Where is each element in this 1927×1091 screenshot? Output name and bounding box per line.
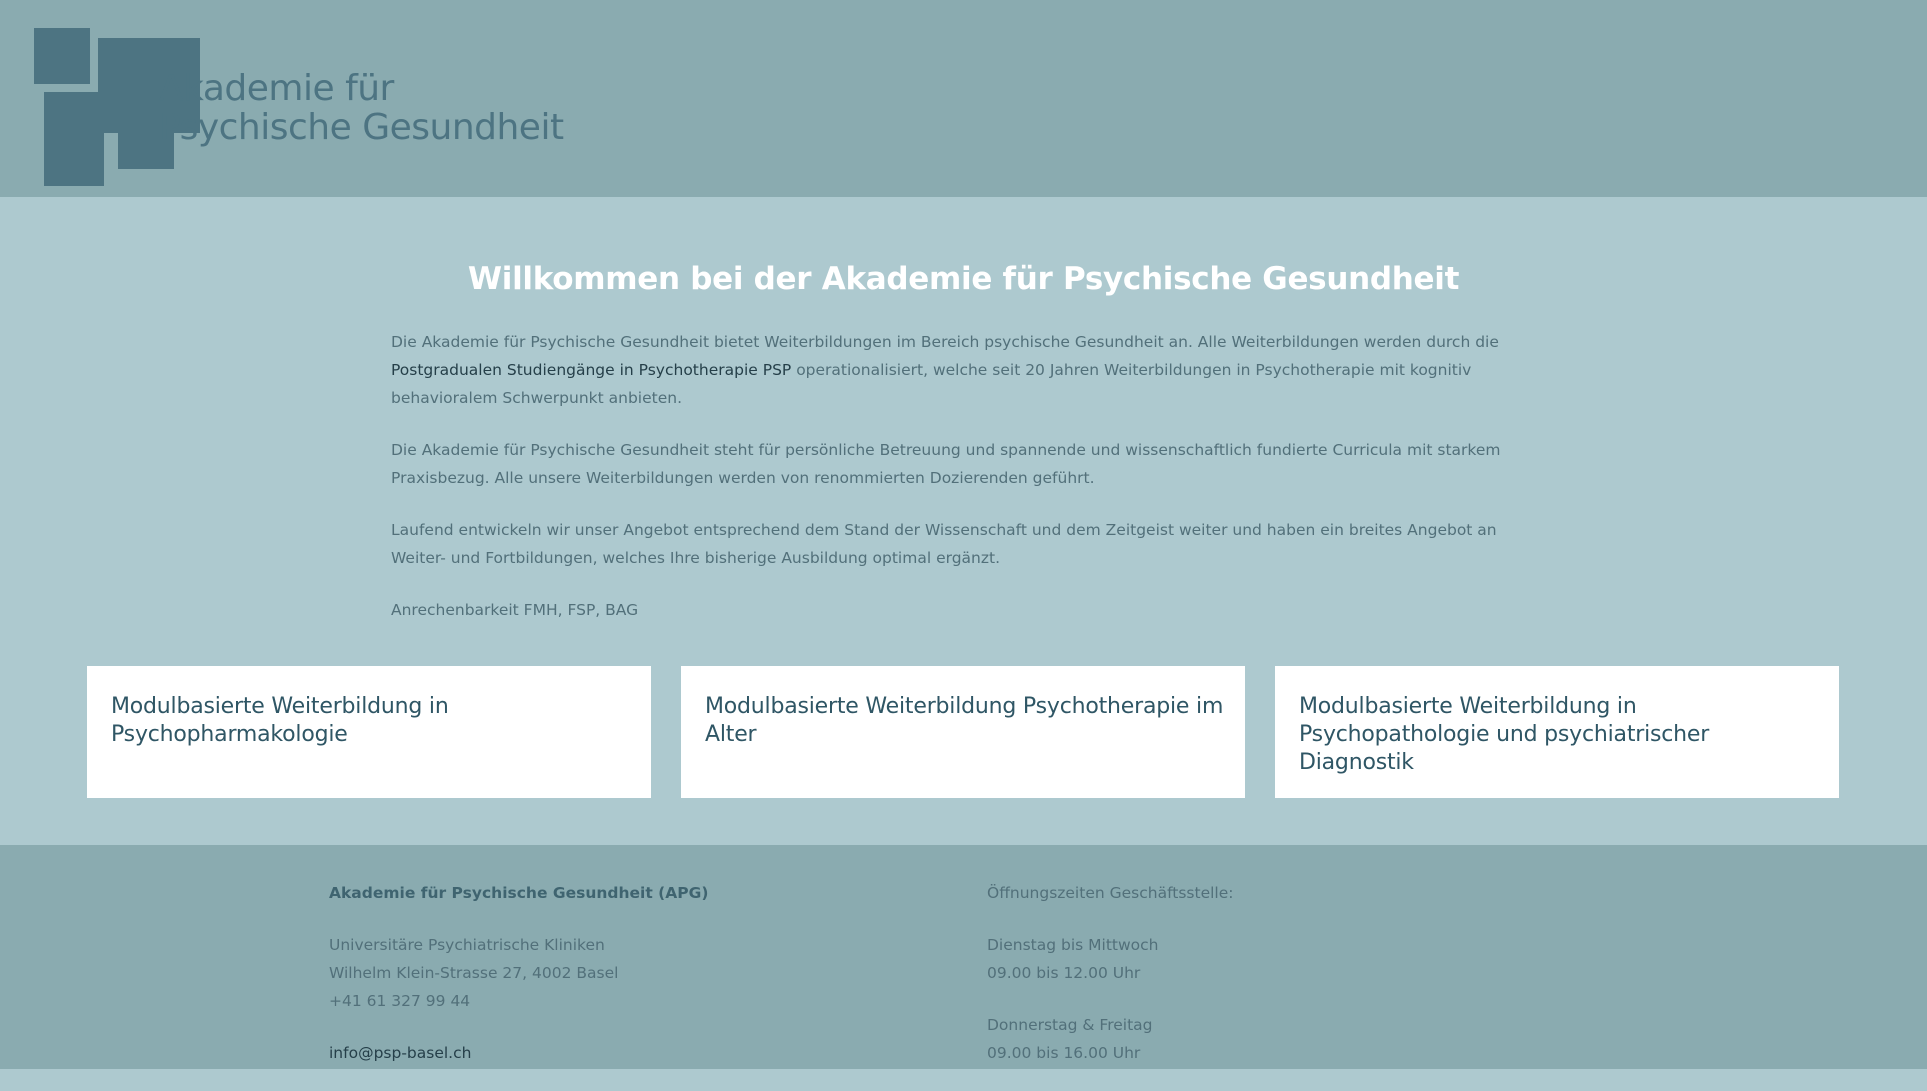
- logo-wordmark[interactable]: Akademie für Psychische Gesundheit: [159, 69, 564, 147]
- footer-address: Universitäre Psychiatrische Kliniken Wil…: [329, 931, 929, 1015]
- course-card-title: Modulbasierte Weiterbildung in Psychopha…: [111, 694, 449, 747]
- footer-hours-title: Öffnungszeiten Geschäftsstelle:: [987, 884, 1234, 902]
- footer-phone: +41 61 327 99 44: [329, 992, 471, 1010]
- footer-hours-days-1: Dienstag bis Mittwoch: [987, 936, 1159, 954]
- main-content: Willkommen bei der Akademie für Psychisc…: [0, 197, 1927, 845]
- intro-paragraph-3: Laufend entwickeln wir unser Angebot ent…: [391, 521, 1497, 567]
- intro-paragraph-1: Die Akademie für Psychische Gesundheit b…: [391, 328, 1536, 412]
- intro-p1-text: Die Akademie für Psychische Gesundheit b…: [391, 333, 1499, 351]
- logo-line-1: Akademie für: [159, 68, 394, 109]
- logo-line-2: Psychische Gesundheit: [159, 107, 564, 148]
- course-card-title: Modulbasierte Weiterbildung Psychotherap…: [705, 694, 1224, 747]
- site-header: Akademie für Psychische Gesundheit: [0, 0, 1927, 197]
- footer-hours-block-1: Dienstag bis Mittwoch 09.00 bis 12.00 Uh…: [987, 931, 1587, 987]
- logo-mark-square: [34, 28, 90, 84]
- course-card-psychotherapie-im-alter[interactable]: Modulbasierte Weiterbildung Psychotherap…: [681, 666, 1245, 798]
- course-card-psychopathologie[interactable]: Modulbasierte Weiterbildung in Psychopat…: [1275, 666, 1839, 798]
- course-cards: Modulbasierte Weiterbildung in Psychopha…: [87, 666, 1840, 798]
- footer-hours-days-2: Donnerstag & Freitag: [987, 1016, 1153, 1034]
- footer-email-wrap: info@psp-basel.ch: [329, 1039, 929, 1067]
- footer-org-name: Akademie für Psychische Gesundheit (APG): [329, 884, 709, 902]
- intro-text: Die Akademie für Psychische Gesundheit b…: [391, 328, 1536, 648]
- psp-link[interactable]: Postgradualen Studiengänge in Psychother…: [391, 361, 791, 379]
- intro-paragraph-2: Die Akademie für Psychische Gesundheit s…: [391, 441, 1501, 487]
- page-title: Willkommen bei der Akademie für Psychisc…: [467, 261, 1460, 297]
- footer-hours-block-2: Donnerstag & Freitag 09.00 bis 16.00 Uhr: [987, 1011, 1587, 1067]
- accreditation-text: Anrechenbarkeit FMH, FSP, BAG: [391, 601, 639, 619]
- site-footer: Akademie für Psychische Gesundheit (APG)…: [0, 845, 1927, 1069]
- footer-contact: Akademie für Psychische Gesundheit (APG)…: [329, 879, 929, 1091]
- course-card-title: Modulbasierte Weiterbildung in Psychopat…: [1299, 694, 1710, 775]
- footer-opening-hours: Öffnungszeiten Geschäftsstelle: Dienstag…: [987, 879, 1587, 1091]
- footer-address-line-2: Wilhelm Klein-Strasse 27, 4002 Basel: [329, 964, 619, 982]
- footer-hours-time-1: 09.00 bis 12.00 Uhr: [987, 964, 1141, 982]
- logo-mark-square: [44, 92, 104, 186]
- footer-email-link[interactable]: info@psp-basel.ch: [329, 1044, 471, 1062]
- footer-hours-time-2: 09.00 bis 16.00 Uhr: [987, 1044, 1141, 1062]
- course-card-psychopharmakologie[interactable]: Modulbasierte Weiterbildung in Psychopha…: [87, 666, 651, 798]
- footer-address-line-1: Universitäre Psychiatrische Kliniken: [329, 936, 605, 954]
